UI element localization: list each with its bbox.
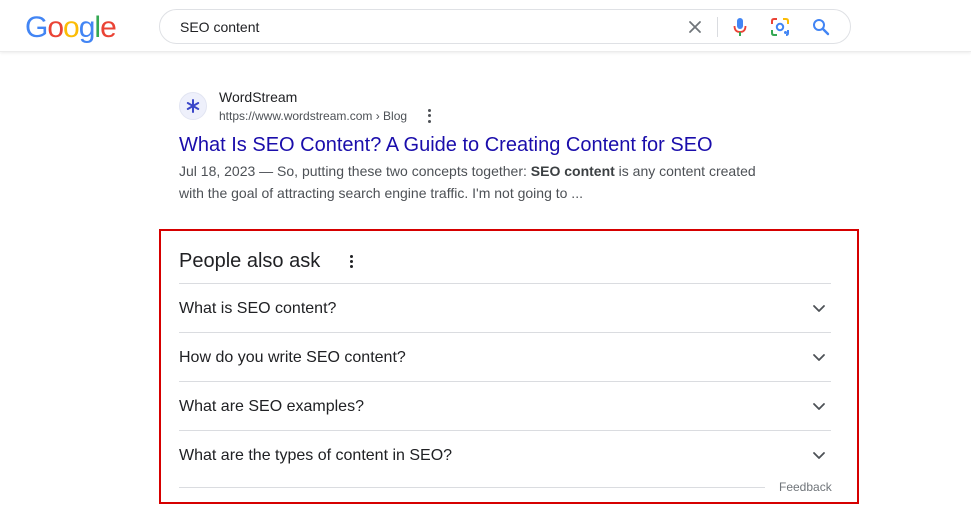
wordstream-icon	[179, 92, 207, 120]
search-header: Google	[0, 0, 971, 52]
result-title-link[interactable]: What Is SEO Content? A Guide to Creating…	[179, 132, 713, 158]
people-also-ask-title: People also ask	[179, 250, 321, 272]
paa-question-text: What is SEO content?	[179, 300, 337, 317]
logo-letter-g2: g	[78, 11, 96, 44]
search-icon[interactable]	[810, 16, 832, 38]
logo-letter-g: G	[25, 11, 48, 44]
paa-question[interactable]: What are SEO examples?	[179, 381, 831, 430]
chevron-down-icon	[813, 452, 825, 459]
feedback-link[interactable]: Feedback	[779, 479, 832, 495]
microphone-icon[interactable]	[729, 16, 751, 38]
logo-letter-e: e	[100, 11, 117, 44]
result-snippet: Jul 18, 2023 — So, putting these two con…	[179, 160, 784, 204]
snippet-text-start: Jul 18, 2023 — So, putting these two con…	[179, 163, 531, 179]
people-also-ask-list: What is SEO content? How do you write SE…	[179, 283, 831, 479]
chevron-down-icon	[813, 403, 825, 410]
chevron-down-icon	[813, 305, 825, 312]
paa-question[interactable]: How do you write SEO content?	[179, 332, 831, 381]
google-logo[interactable]: Google	[25, 11, 117, 45]
search-input[interactable]	[180, 17, 660, 37]
result-url[interactable]: https://www.wordstream.com › Blog	[219, 108, 407, 124]
paa-question[interactable]: What are the types of content in SEO?	[179, 430, 831, 479]
paa-question[interactable]: What is SEO content?	[179, 283, 831, 332]
paa-question-text: How do you write SEO content?	[179, 349, 406, 366]
search-box	[159, 9, 851, 44]
search-divider	[717, 17, 718, 37]
logo-letter-o1: o	[47, 11, 64, 44]
paa-question-text: What are SEO examples?	[179, 398, 364, 415]
paa-more-options-icon[interactable]	[348, 254, 354, 269]
logo-letter-o2: o	[63, 11, 80, 44]
lens-icon[interactable]	[769, 16, 791, 38]
close-icon[interactable]	[684, 16, 706, 38]
chevron-down-icon	[813, 354, 825, 361]
snippet-highlight: SEO content	[530, 163, 615, 179]
result-site-name: WordStream	[219, 89, 298, 105]
paa-question-text: What are the types of content in SEO?	[179, 447, 453, 464]
more-options-icon[interactable]	[425, 108, 433, 124]
paa-divider	[179, 487, 765, 488]
